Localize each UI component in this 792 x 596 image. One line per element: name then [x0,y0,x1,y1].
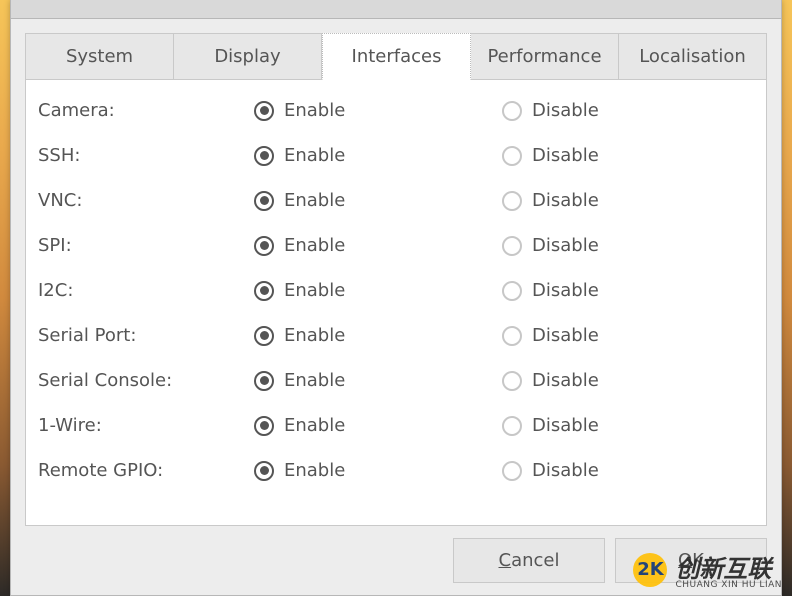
radio-icon [254,101,274,121]
label-camera: Camera: [30,100,254,121]
enable-text: Enable [284,370,345,391]
row-serial-port: Serial Port: Enable Disable [30,313,762,358]
radio-icon [502,281,522,301]
disable-text: Disable [532,460,599,481]
label-ssh: SSH: [30,145,254,166]
cancel-rest: ancel [511,550,559,571]
radio-icon [254,236,274,256]
i2c-disable-option[interactable]: Disable [502,280,750,301]
disable-text: Disable [532,325,599,346]
disable-text: Disable [532,235,599,256]
radio-icon [502,461,522,481]
row-ssh: SSH: Enable Disable [30,133,762,178]
radio-icon [502,371,522,391]
disable-text: Disable [532,280,599,301]
enable-text: Enable [284,415,345,436]
enable-text: Enable [284,460,345,481]
label-i2c: I2C: [30,280,254,301]
window-content: System Display Interfaces Performance Lo… [11,19,781,595]
radio-icon [254,281,274,301]
row-remote-gpio: Remote GPIO: Enable Disable [30,448,762,493]
desktop-background: System Display Interfaces Performance Lo… [0,0,792,596]
camera-disable-option[interactable]: Disable [502,100,750,121]
mnemonic-o: O [678,550,692,571]
radio-icon [502,146,522,166]
row-i2c: I2C: Enable Disable [30,268,762,313]
enable-text: Enable [284,280,345,301]
radio-icon [502,416,522,436]
label-serial-port: Serial Port: [30,325,254,346]
remote-gpio-disable-option[interactable]: Disable [502,460,750,481]
tab-bar: System Display Interfaces Performance Lo… [25,33,767,79]
serial-port-enable-option[interactable]: Enable [254,325,502,346]
serial-port-disable-option[interactable]: Disable [502,325,750,346]
radio-icon [254,371,274,391]
spi-disable-option[interactable]: Disable [502,235,750,256]
row-camera: Camera: Enable Disable [30,88,762,133]
label-vnc: VNC: [30,190,254,211]
label-remote-gpio: Remote GPIO: [30,460,254,481]
radio-icon [502,236,522,256]
serial-console-enable-option[interactable]: Enable [254,370,502,391]
tab-display[interactable]: Display [174,33,322,79]
ok-button[interactable]: OK [615,538,767,583]
label-spi: SPI: [30,235,254,256]
enable-text: Enable [284,235,345,256]
radio-icon [254,146,274,166]
one-wire-disable-option[interactable]: Disable [502,415,750,436]
radio-icon [502,191,522,211]
enable-text: Enable [284,145,345,166]
radio-icon [502,101,522,121]
disable-text: Disable [532,145,599,166]
row-one-wire: 1-Wire: Enable Disable [30,403,762,448]
tab-performance[interactable]: Performance [471,33,619,79]
vnc-disable-option[interactable]: Disable [502,190,750,211]
ssh-enable-option[interactable]: Enable [254,145,502,166]
disable-text: Disable [532,100,599,121]
spi-enable-option[interactable]: Enable [254,235,502,256]
disable-text: Disable [532,370,599,391]
tab-interfaces[interactable]: Interfaces [322,33,471,80]
window-titlebar[interactable] [11,0,781,19]
enable-text: Enable [284,325,345,346]
ssh-disable-option[interactable]: Disable [502,145,750,166]
label-serial-console: Serial Console: [30,370,254,391]
radio-icon [254,326,274,346]
remote-gpio-enable-option[interactable]: Enable [254,460,502,481]
tab-panel-interfaces: Camera: Enable Disable SSH: Enable [25,79,767,526]
enable-text: Enable [284,190,345,211]
enable-text: Enable [284,100,345,121]
dialog-button-row: Cancel OK [25,526,767,583]
label-one-wire: 1-Wire: [30,415,254,436]
radio-icon [254,191,274,211]
config-window: System Display Interfaces Performance Lo… [10,0,782,596]
radio-icon [254,461,274,481]
camera-enable-option[interactable]: Enable [254,100,502,121]
serial-console-disable-option[interactable]: Disable [502,370,750,391]
row-spi: SPI: Enable Disable [30,223,762,268]
cancel-button[interactable]: Cancel [453,538,605,583]
row-serial-console: Serial Console: Enable Disable [30,358,762,403]
radio-icon [254,416,274,436]
vnc-enable-option[interactable]: Enable [254,190,502,211]
tab-system[interactable]: System [25,33,174,79]
disable-text: Disable [532,190,599,211]
mnemonic-c: C [499,550,512,571]
one-wire-enable-option[interactable]: Enable [254,415,502,436]
row-vnc: VNC: Enable Disable [30,178,762,223]
disable-text: Disable [532,415,599,436]
tab-localisation[interactable]: Localisation [619,33,767,79]
radio-icon [502,326,522,346]
ok-rest: K [692,550,704,571]
i2c-enable-option[interactable]: Enable [254,280,502,301]
